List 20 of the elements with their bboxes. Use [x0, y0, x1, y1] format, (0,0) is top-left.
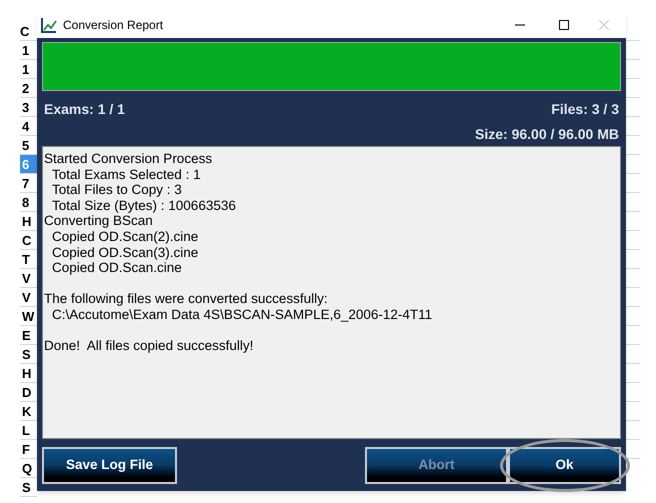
log-line: The following files were converted successfully: [44, 290, 329, 307]
log-line: Total Files to Copy : 3 [51, 182, 183, 198]
size-count: Size: 96.00 / 96.00 MB [475, 125, 619, 144]
dialog-button[interactable]: Ok [508, 447, 621, 484]
log-textarea[interactable] [42, 146, 621, 439]
exams-count: Exams: 1 / 1 [44, 100, 125, 119]
maximize-icon[interactable] [559, 20, 569, 30]
dialog-button[interactable]: Save Log File [42, 447, 177, 484]
log-line: Copied OD.Scan(3).cine [51, 244, 200, 260]
log-line: C:\Accutome\Exam Data 4S\BSCAN-SAMPLE,6_2006-12-4T11 [51, 306, 434, 323]
log-line: Converting BScan [44, 213, 154, 229]
log-line: Done! All files copied successfully! [44, 337, 254, 354]
files-count: Files: 3 / 3 [551, 100, 619, 119]
log-line: Copied OD.Scan(2).cine [51, 228, 200, 245]
log-line: Total Exams Selected : 1 [51, 166, 202, 182]
log-line: Total Size (Bytes) : 100663536 [51, 198, 237, 214]
chart-pen-icon [41, 17, 57, 33]
window-title: Conversion Report [63, 17, 164, 34]
log-line: Copied OD.Scan.cine [51, 260, 183, 276]
log-line: Started Conversion Process [44, 151, 214, 167]
